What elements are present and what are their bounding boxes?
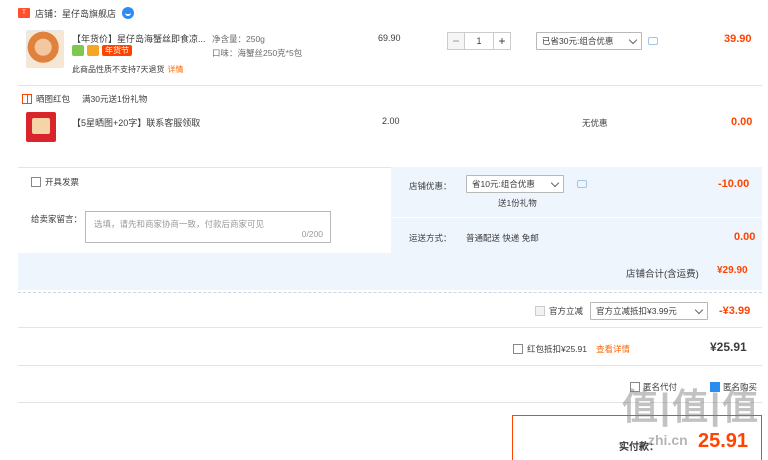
divider xyxy=(18,85,762,86)
chevron-down-icon xyxy=(550,178,560,187)
item-spec-weight: 净含量：250g xyxy=(212,34,265,44)
shop-discount-amount: -10.00 xyxy=(718,178,750,190)
redpacket-label: 红包抵扣¥25.91 xyxy=(527,344,587,354)
minus-button[interactable]: − xyxy=(447,32,465,50)
shop-discount-value: 省10元:组合优惠 xyxy=(472,179,535,189)
official-discount-checkbox[interactable] xyxy=(535,306,545,316)
gift-thumbnail xyxy=(26,112,56,142)
message-textarea[interactable]: 选填，请先和商家协商一致，付款后商家可见 0/200 xyxy=(85,211,331,243)
gift-price: 2.00 xyxy=(382,116,400,126)
shop-discount-note: 送1份礼物 xyxy=(498,198,537,208)
shop-total-amount: ¥29.90 xyxy=(717,265,748,276)
official-discount-label: 官方立减 xyxy=(549,306,584,316)
service-badge-icon xyxy=(72,45,84,56)
watermark-site: zhi.cn xyxy=(648,432,688,448)
item-discount-value: 已省30元:组合优惠 xyxy=(542,36,614,46)
message-label: 给卖家留言： xyxy=(31,214,83,224)
shop-discount-info-icon[interactable] xyxy=(577,180,587,188)
shop-header: T 店铺： 星仔岛旗舰店 xyxy=(18,4,135,22)
tmall-icon: T xyxy=(18,8,30,18)
official-discount-select[interactable]: 官方立减抵扣¥3.99元 xyxy=(590,302,708,320)
gift-total: 0.00 xyxy=(731,116,753,128)
item-unit-price: 69.90 xyxy=(378,33,401,43)
shop-discount-label: 店铺优惠： xyxy=(409,181,452,191)
message-counter: 0/200 xyxy=(301,229,323,239)
return-detail-link[interactable]: 详情 xyxy=(167,65,183,74)
shipping-value: 普通配送 快递 免邮 xyxy=(466,233,539,243)
official-discount-amount: -¥3.99 xyxy=(719,305,751,317)
item-spec-flavor: 口味：海蟹丝250克*5包 xyxy=(212,48,303,58)
official-discount-option[interactable]: 官方立减 xyxy=(535,305,583,317)
item-badges: 年货节 xyxy=(72,45,132,56)
gift-label: 晒图红包 xyxy=(36,94,71,104)
festival-badge: 年货节 xyxy=(102,45,132,56)
gift-icon xyxy=(22,94,32,104)
redpacket-amount: ¥25.91 xyxy=(710,340,747,354)
item-discount-select[interactable]: 已省30元:组合优惠 xyxy=(536,32,642,50)
pay-amount: 25.91 xyxy=(698,430,749,452)
invoice-checkbox[interactable] xyxy=(31,177,41,187)
shipping-amount: 0.00 xyxy=(734,231,756,243)
shop-discount-panel xyxy=(391,167,762,217)
divider xyxy=(18,327,762,328)
dashed-divider xyxy=(18,292,762,293)
quantity-input[interactable]: 1 xyxy=(465,32,493,50)
redpacket-checkbox[interactable] xyxy=(513,344,523,354)
message-placeholder: 选填，请先和商家协商一致，付款后商家可见 xyxy=(94,219,265,229)
gift-condition: 满30元送1份礼物 xyxy=(82,94,148,104)
invoice-label: 开具发票 xyxy=(45,177,80,187)
return-notice: 此商品性质不支持7天退货 详情 xyxy=(72,64,183,75)
return-notice-text: 此商品性质不支持7天退货 xyxy=(72,65,165,74)
shipping-label: 运送方式： xyxy=(409,233,452,243)
item-title-link[interactable]: 【年货价】星仔岛海蟹丝即食凉... xyxy=(72,32,206,45)
redpacket-option[interactable]: 红包抵扣¥25.91 查看详情 xyxy=(513,343,630,355)
chevron-down-icon xyxy=(694,305,704,314)
item-thumbnail[interactable] xyxy=(26,30,64,68)
item-total: 39.90 xyxy=(724,33,752,45)
coupon-badge-icon xyxy=(87,45,99,56)
quantity-stepper: − 1 + xyxy=(447,32,511,50)
divider xyxy=(18,365,762,366)
invoice-option[interactable]: 开具发票 xyxy=(31,176,79,188)
shop-total-label: 店铺合计(含运费) xyxy=(626,269,699,280)
chat-wangwang-icon[interactable] xyxy=(122,7,135,19)
plus-button[interactable]: + xyxy=(493,32,511,50)
gift-title: 【5星晒图+20字】联系客服领取 xyxy=(72,118,201,128)
shop-name-link[interactable]: 星仔岛旗舰店 xyxy=(62,7,116,20)
gift-discount: 无优惠 xyxy=(582,118,608,128)
shop-discount-select[interactable]: 省10元:组合优惠 xyxy=(466,175,564,193)
official-discount-value: 官方立减抵扣¥3.99元 xyxy=(596,306,677,316)
gift-header: 晒图红包 满30元送1份礼物 xyxy=(22,93,147,105)
discount-info-icon[interactable] xyxy=(648,37,658,45)
chevron-down-icon xyxy=(628,35,638,44)
watermark: 值|值|值 xyxy=(622,386,761,427)
shop-label: 店铺： xyxy=(35,8,63,19)
redpacket-detail-link[interactable]: 查看详情 xyxy=(596,343,630,355)
